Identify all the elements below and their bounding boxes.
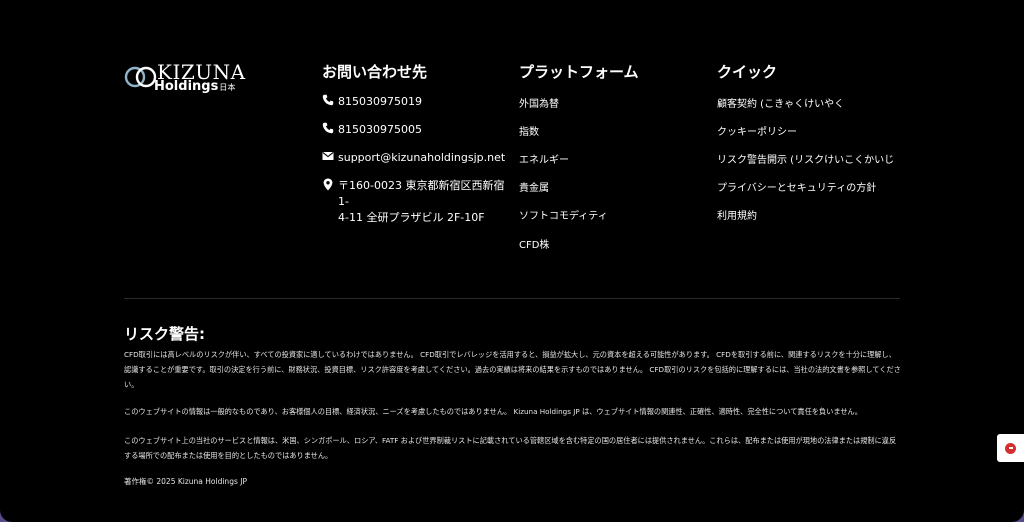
quick-link-privacy-policy[interactable]: プライバシーとセキュリティの方針 — [717, 179, 876, 194]
platform-heading: プラットフォーム — [519, 63, 639, 81]
quick-link-cookie-policy[interactable]: クッキーポリシー — [717, 123, 797, 138]
platform-link-indices[interactable]: 指数 — [519, 123, 539, 138]
logo-rings-icon — [124, 66, 157, 88]
footer: KIZUNA Holdings日本 お問い合わせ先 815030975019 8… — [0, 0, 1024, 522]
contact-column: お問い合わせ先 815030975019 815030975005 suppor… — [322, 62, 507, 224]
logo-suffix: 日本 — [219, 83, 236, 92]
email-link[interactable]: support@kizunaholdingsjp.net — [322, 150, 505, 166]
quick-link-client-agreement[interactable]: 顧客契約 (こきゃくけいやく — [717, 95, 844, 110]
platform-link-soft-commodities[interactable]: ソフトコモディティ — [519, 207, 608, 222]
phone-link-1[interactable]: 815030975019 — [322, 94, 422, 110]
phone-link-2[interactable]: 815030975005 — [322, 122, 422, 138]
quick-link-risk-disclosure[interactable]: リスク警告開示 (リスクけいこくかいじ — [717, 151, 894, 166]
risk-paragraph-1: CFD取引には高レベルのリスクが伴い、すべての投資家に適しているわけではありませ… — [124, 350, 901, 389]
phone-icon — [322, 94, 338, 108]
platform-link-forex[interactable]: 外国為替 — [519, 95, 559, 110]
copyright-text: 著作権© 2025 Kizuna Holdings JP — [124, 477, 247, 486]
quick-column: クイック 顧客契約 (こきゃくけいやく クッキーポリシー リスク警告開示 (リス… — [717, 62, 917, 222]
risk-paragraph-3: このウェブサイト上の当社のサービスと情報は、米国、シンガポール、ロシア、FATF… — [124, 436, 897, 460]
phone-icon — [322, 122, 338, 136]
phone-number-1: 815030975019 — [338, 95, 422, 108]
quick-link-terms[interactable]: 利用規約 — [717, 207, 757, 222]
logo-holdings: Holdings — [154, 79, 219, 94]
risk-warning-title: リスク警告: — [124, 325, 205, 343]
quick-heading: クイック — [717, 63, 778, 81]
contact-heading: お問い合わせ先 — [322, 63, 428, 81]
risk-paragraph-2: このウェブサイトの情報は一般的なものであり、お客様個人の目標、経済状況、ニーズを… — [124, 407, 862, 416]
platform-column: プラットフォーム 外国為替 指数 エネルギー 貴金属 ソフトコモディティ CFD… — [519, 62, 699, 251]
logo-text-bottom: Holdings日本 — [154, 79, 235, 94]
mail-icon — [322, 150, 338, 164]
address-line-2: 4-11 全研プラザビル 2F-10F — [338, 211, 485, 224]
kizuna-logo[interactable]: KIZUNA Holdings日本 — [124, 60, 254, 100]
widget-icon — [1005, 442, 1016, 454]
platform-link-cfd-stocks[interactable]: CFD株 — [519, 236, 549, 251]
floating-widget-button[interactable] — [997, 434, 1024, 462]
footer-divider — [124, 298, 900, 299]
platform-link-energy[interactable]: エネルギー — [519, 151, 569, 166]
email-address: support@kizunaholdingsjp.net — [338, 151, 506, 164]
address-text: 〒160-0023 東京都新宿区西新宿1- 4-11 全研プラザビル 2F-10… — [338, 178, 507, 226]
address-line-1: 〒160-0023 東京都新宿区西新宿1- — [338, 179, 505, 208]
location-pin-icon — [322, 178, 338, 192]
phone-number-2: 815030975005 — [338, 123, 422, 136]
address: 〒160-0023 東京都新宿区西新宿1- 4-11 全研プラザビル 2F-10… — [322, 178, 507, 226]
platform-link-metals[interactable]: 貴金属 — [519, 179, 549, 194]
